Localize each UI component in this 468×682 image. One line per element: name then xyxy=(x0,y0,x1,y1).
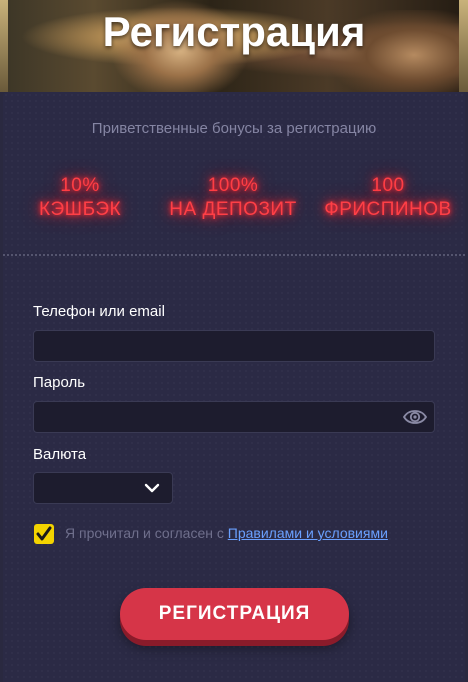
currency-label: Валюта xyxy=(33,446,87,463)
bonus-value: 10% xyxy=(60,175,100,196)
register-button[interactable]: РЕГИСТРАЦИЯ xyxy=(120,588,349,640)
page-title: Регистрация xyxy=(102,8,366,55)
phone-email-label: Телефон или email xyxy=(33,303,165,320)
bonus-cashback: 10% КЭШБЭК xyxy=(5,174,155,222)
bonus-value: 100 xyxy=(371,175,405,196)
eye-icon[interactable] xyxy=(402,405,428,429)
section-divider xyxy=(3,254,465,256)
bonus-freespins: 100 ФРИСПИНОВ xyxy=(313,174,463,222)
password-input[interactable] xyxy=(33,401,435,433)
checkmark-icon xyxy=(36,526,52,541)
password-label: Пароль xyxy=(33,374,86,391)
terms-link[interactable]: Правилами и условиями xyxy=(228,525,388,541)
phone-email-input[interactable] xyxy=(33,330,435,362)
bonus-label: НА ДЕПОЗИТ xyxy=(169,199,297,220)
welcome-bonus-heading: Приветственные бонусы за регистрацию xyxy=(91,120,377,137)
chevron-down-icon[interactable] xyxy=(144,481,160,495)
agreement-text: Я прочитал и согласен с Правилами и усло… xyxy=(65,525,388,541)
agreement-label: Я прочитал и согласен с xyxy=(65,525,224,541)
bonus-value: 100% xyxy=(207,175,259,196)
bonus-deposit: 100% НА ДЕПОЗИТ xyxy=(158,174,308,222)
agreement-checkbox[interactable] xyxy=(34,524,54,544)
bonus-label: ФРИСПИНОВ xyxy=(324,199,452,220)
bonus-label: КЭШБЭК xyxy=(38,199,122,220)
